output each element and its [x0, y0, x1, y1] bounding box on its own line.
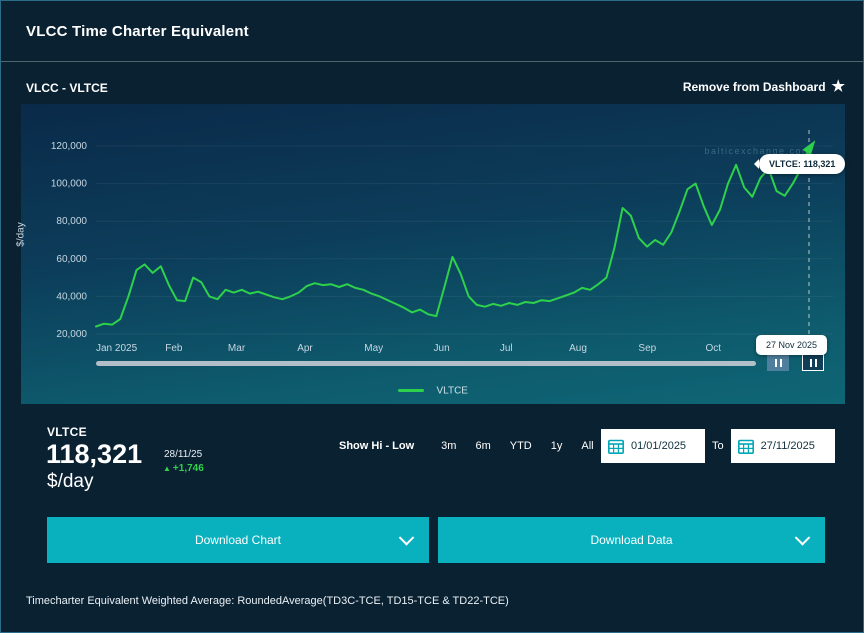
- star-icon: ★: [831, 78, 845, 95]
- chevron-down-icon: [398, 530, 415, 546]
- chevron-down-icon: [794, 530, 811, 546]
- value-tooltip-text: VLTCE: 118,321: [769, 159, 836, 169]
- footer-note: Timecharter Equivalent Weighted Average:…: [26, 595, 509, 607]
- svg-text:Jul: Jul: [500, 343, 513, 354]
- scrollbar-button-1[interactable]: [767, 354, 789, 371]
- pause-icon: [808, 354, 818, 372]
- svg-text:Sep: Sep: [638, 343, 656, 354]
- date-to-value: 27/11/2025: [760, 440, 815, 452]
- stat-change-value: +1,746: [172, 463, 204, 474]
- stat-change: ▲ +1,746: [163, 463, 204, 474]
- svg-text:100,000: 100,000: [51, 179, 88, 190]
- svg-text:Jun: Jun: [434, 343, 450, 354]
- chart-scrollbar[interactable]: [96, 361, 756, 366]
- calendar-icon: [737, 439, 754, 454]
- download-chart-button[interactable]: Download Chart: [47, 517, 429, 563]
- date-from-input[interactable]: 01/01/2025: [601, 429, 705, 463]
- svg-text:120,000: 120,000: [51, 141, 88, 152]
- up-arrow-icon: ▲: [163, 464, 171, 473]
- svg-text:Apr: Apr: [297, 343, 313, 354]
- scrollbar-button-2[interactable]: [802, 354, 824, 371]
- svg-text:Oct: Oct: [705, 343, 721, 354]
- svg-text:20,000: 20,000: [56, 329, 87, 340]
- stat-value: 118,321: [46, 439, 143, 469]
- range-ytd[interactable]: YTD: [510, 440, 532, 452]
- page-title: VLCC Time Charter Equivalent: [26, 23, 249, 40]
- date-to-input[interactable]: 27/11/2025: [730, 429, 835, 463]
- svg-text:80,000: 80,000: [56, 216, 87, 227]
- svg-text:40,000: 40,000: [56, 291, 87, 302]
- svg-text:Feb: Feb: [165, 343, 183, 354]
- download-data-button[interactable]: Download Data: [438, 517, 825, 563]
- stat-date: 28/11/25: [164, 449, 203, 460]
- date-from-value: 01/01/2025: [631, 440, 687, 452]
- range-3m[interactable]: 3m: [441, 440, 456, 452]
- range-6m[interactable]: 6m: [475, 440, 490, 452]
- range-1y[interactable]: 1y: [551, 440, 563, 452]
- stat-series-label: VLTCE: [47, 425, 87, 439]
- svg-text:Aug: Aug: [569, 343, 587, 354]
- stat-unit: $/day: [47, 471, 94, 492]
- legend-swatch: [398, 389, 425, 393]
- show-hi-low-toggle[interactable]: Show Hi - Low: [339, 440, 414, 452]
- download-data-label: Download Data: [590, 533, 673, 547]
- pause-icon: [773, 354, 783, 372]
- calendar-icon: [608, 439, 624, 454]
- svg-text:May: May: [364, 343, 383, 354]
- range-all[interactable]: All: [581, 440, 593, 452]
- legend-label: VLTCE: [436, 385, 468, 397]
- remove-from-dashboard-button[interactable]: Remove from Dashboard ★: [683, 79, 845, 94]
- svg-text:Jan 2025: Jan 2025: [96, 343, 138, 354]
- divider: [1, 61, 863, 62]
- remove-from-dashboard-label: Remove from Dashboard: [682, 79, 826, 94]
- chart-panel: $/day balticexchange.com 20,000 40,000 60,…: [16, 104, 846, 404]
- widget-title: VLCC - VLTCE: [26, 81, 108, 95]
- svg-text:60,000: 60,000: [56, 254, 87, 265]
- svg-text:Mar: Mar: [228, 343, 246, 354]
- legend-item-vltce[interactable]: VLTCE: [21, 382, 845, 400]
- tce-line-chart[interactable]: 20,000 40,000 60,000 80,000 100,000 120,000 Ja…: [21, 104, 845, 404]
- value-tooltip: VLTCE: 118,321: [759, 154, 846, 174]
- to-label: To: [712, 440, 724, 452]
- date-range-picker: 01/01/2025 To 27/11/2025: [601, 429, 835, 463]
- download-chart-label: Download Chart: [194, 533, 282, 547]
- range-selector: Show Hi - Low 3m 6m YTD 1y All: [339, 440, 594, 452]
- dashboard-page: VLCC Time Charter Equivalent VLCC - VLTC…: [0, 0, 864, 633]
- date-tooltip: 27 Nov 2025: [756, 335, 828, 355]
